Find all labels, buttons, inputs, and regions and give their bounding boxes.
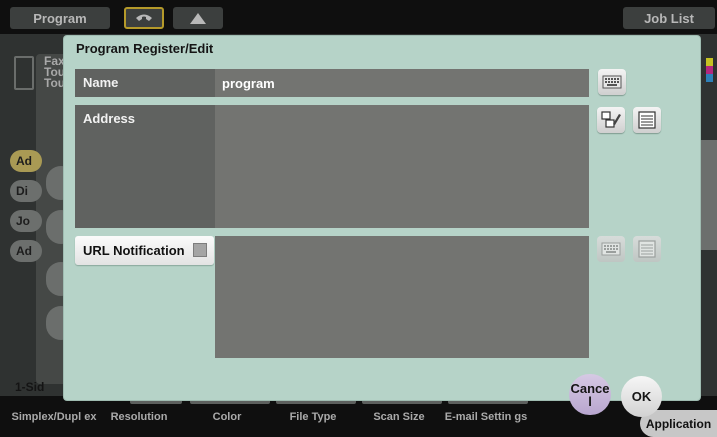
name-field[interactable]: program [215,69,589,97]
background-address-search-button: Ad [10,240,42,262]
background-one-sided-label: 1-Sid [15,380,45,394]
bottom-simplex-duplex[interactable]: Simplex/Dupl ex [10,412,98,423]
top-bar: Program Job List [0,0,717,34]
name-label: Name [75,69,215,97]
bottom-scan-size[interactable]: Scan Size [356,412,442,423]
background-job-history-button: Jo [10,210,42,232]
address-book-icon [601,111,621,128]
list-icon [638,240,656,258]
bottom-email-settings[interactable]: E-mail Settin gs [440,412,532,423]
program-register-dialog: Program Register/Edit Name program Addre… [64,36,700,417]
bottom-resolution[interactable]: Resolution [96,412,182,423]
job-list-button[interactable]: Job List [623,7,715,29]
fax-icon [14,56,34,90]
background-direct-input-button: Di [10,180,42,202]
bottom-file-type[interactable]: File Type [270,412,356,423]
tab-program[interactable]: Program [10,7,110,29]
tab-hook[interactable] [173,7,223,29]
keyboard-icon [602,75,622,89]
url-notification-checkbox[interactable] [193,243,207,257]
bottom-color[interactable]: Color [184,412,270,423]
url-notification-field [215,236,589,358]
url-notification-toggle[interactable]: URL Notification [75,236,214,265]
background-fax-text: Fax Tou Tou [44,54,66,90]
address-label: Address [75,105,215,228]
address-field[interactable] [215,105,589,228]
name-keyboard-button[interactable] [598,69,626,95]
url-list-button[interactable] [633,236,661,262]
toner-level-indicator [706,58,713,82]
background-address-book-button: Ad [10,150,42,172]
background-scrollbar [700,140,717,250]
address-book-button[interactable] [597,107,625,133]
dialog-title: Program Register/Edit [76,41,214,56]
cancel-button[interactable]: Cance l [569,374,611,415]
url-notification-label: URL Notification [83,243,185,258]
address-list-button[interactable] [633,107,661,133]
keyboard-icon [601,242,621,256]
hook-icon [190,13,206,24]
phone-icon [136,14,152,21]
list-icon [638,111,656,129]
ok-button[interactable]: OK [621,376,662,417]
tab-phone[interactable] [124,7,164,29]
url-keyboard-button[interactable] [597,236,625,262]
